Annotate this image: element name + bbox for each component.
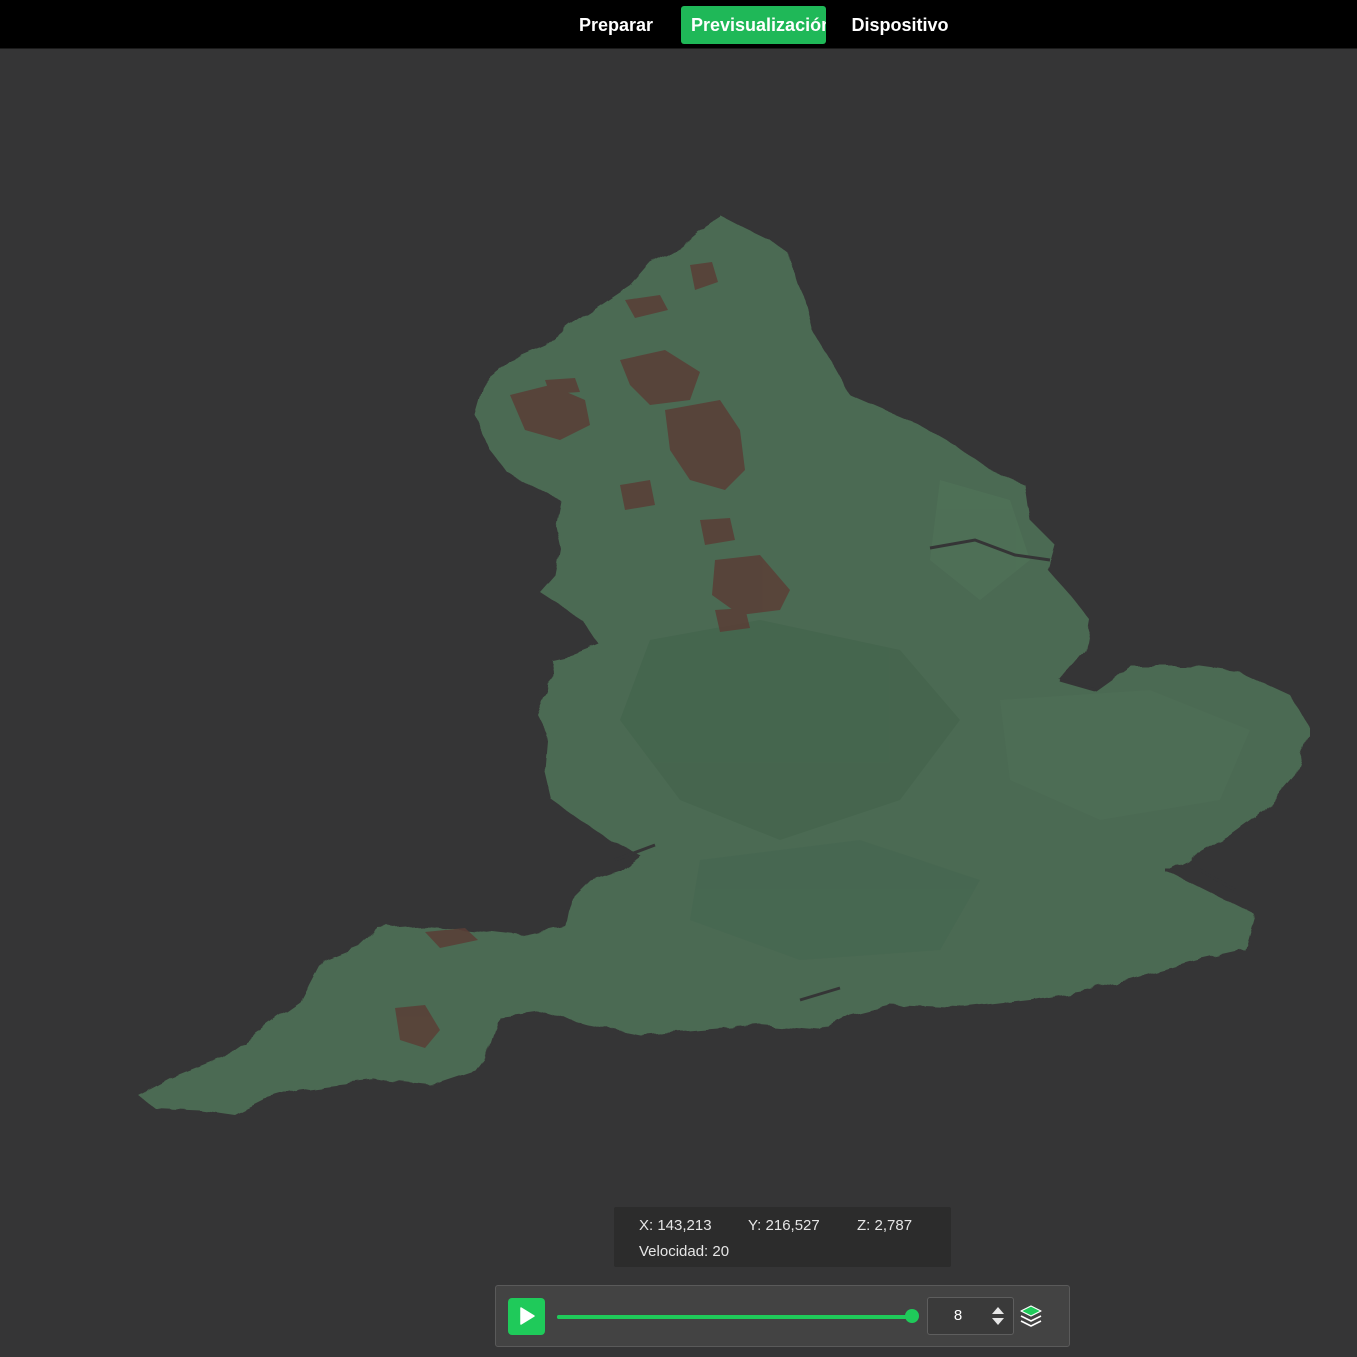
layer-value: 8 — [953, 1307, 963, 1324]
preview-viewport[interactable] — [0, 49, 1357, 1357]
tab-dispositivo[interactable]: Dispositivo — [840, 6, 960, 44]
top-navigation-bar: Preparar Previsualización Dispositivo — [0, 0, 1357, 49]
layer-slider-track[interactable] — [557, 1315, 912, 1319]
play-button[interactable] — [508, 1298, 545, 1335]
spin-down-icon[interactable] — [991, 1317, 1005, 1327]
tab-previsualizacion[interactable]: Previsualización — [681, 6, 826, 44]
coordinate-y: Y: 216,527 — [748, 1217, 820, 1234]
coordinate-x: X: 143,213 — [639, 1217, 712, 1234]
layer-number-input[interactable]: 8 — [927, 1297, 1014, 1335]
terrain-model — [138, 215, 1310, 1115]
layer-slider-handle[interactable] — [905, 1309, 919, 1323]
playback-bar: 8 — [495, 1285, 1070, 1347]
layers-icon[interactable] — [1018, 1303, 1044, 1329]
speed-readout: Velocidad: 20 — [639, 1243, 729, 1260]
tab-preparar[interactable]: Preparar — [566, 6, 666, 44]
speed-label: Velocidad: — [639, 1243, 709, 1260]
play-icon — [520, 1307, 535, 1325]
spin-up-icon[interactable] — [991, 1305, 1005, 1315]
coordinate-z: Z: 2,787 — [857, 1217, 913, 1234]
layer-slider-fill — [557, 1315, 912, 1319]
speed-value: 20 — [712, 1243, 730, 1260]
coordinates-panel: X: 143,213 Y: 216,527 Z: 2,787 Velocidad… — [614, 1207, 951, 1267]
